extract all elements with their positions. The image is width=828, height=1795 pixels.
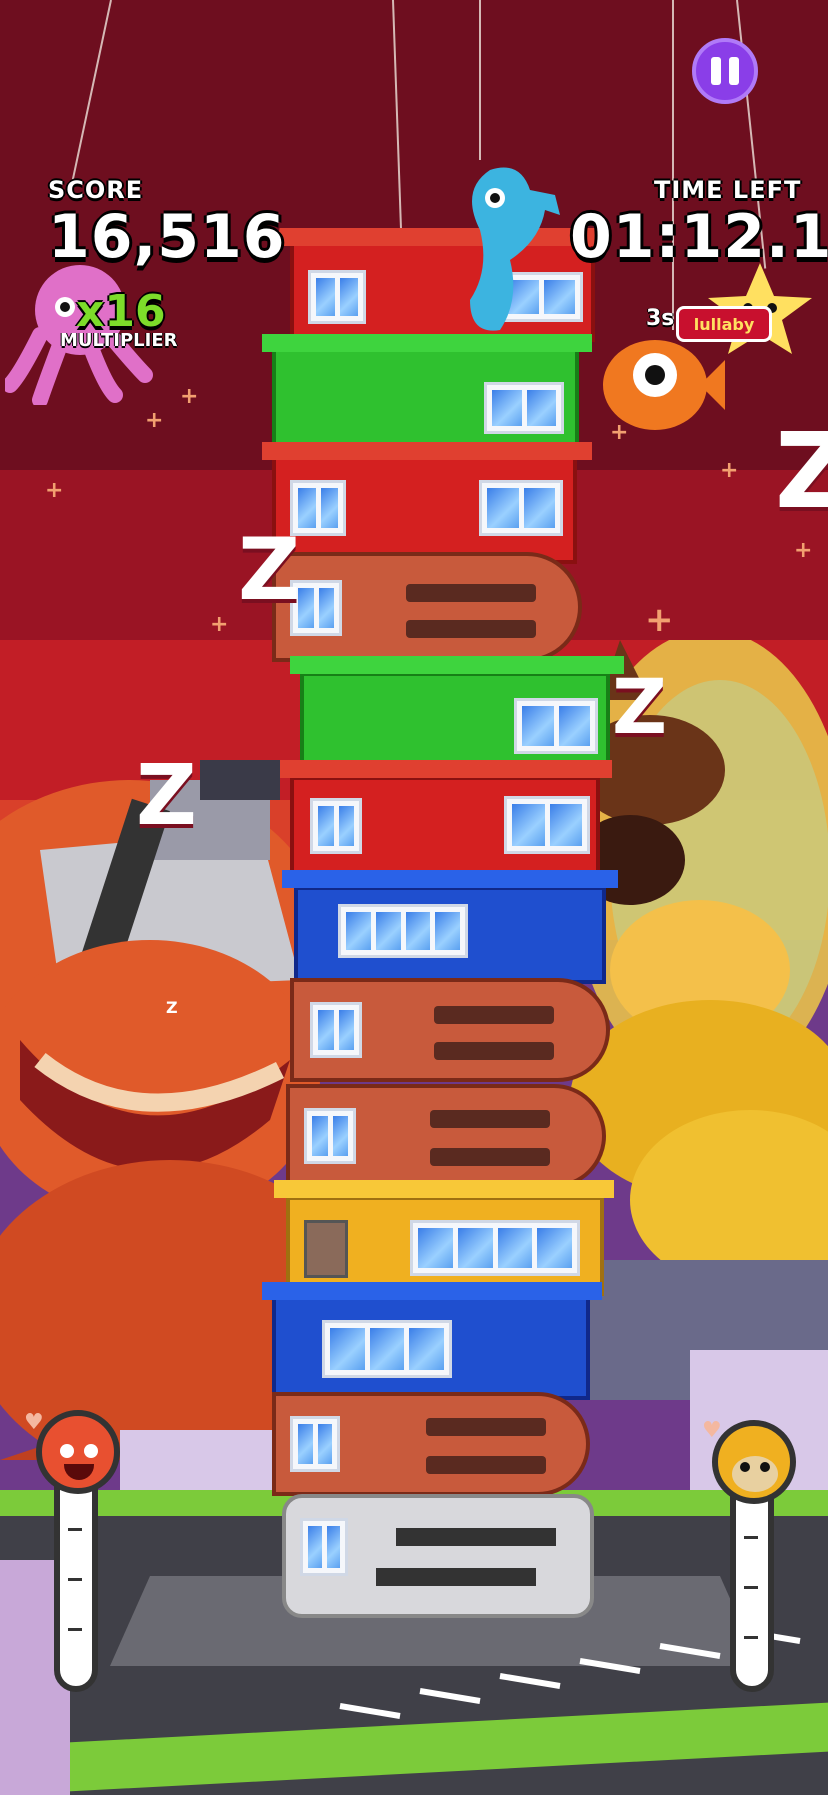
sparkle-icon: + — [794, 538, 813, 563]
tower-roof — [274, 1180, 614, 1198]
window — [310, 798, 362, 854]
sparkle-icon: + — [645, 600, 674, 640]
heart-icon: ♥ — [702, 1418, 722, 1443]
score-value: 16,516 — [48, 202, 286, 272]
time-left-label: TIME LEFT — [654, 176, 802, 204]
sparkle-icon: + — [145, 408, 164, 433]
sleep-z: Z — [775, 410, 828, 532]
tower-floor-letter-b — [272, 1392, 590, 1496]
tower-floor-letter-b — [272, 552, 582, 662]
window — [410, 1220, 580, 1276]
sparkle-icon: + — [180, 384, 199, 409]
tower-floor-yellow — [286, 1196, 604, 1296]
heart-icon: ♥ — [24, 1410, 44, 1435]
window — [304, 1108, 356, 1164]
lullaby-badge-text: lullaby — [693, 314, 755, 334]
tower-roof — [282, 870, 618, 888]
sleep-z: Z — [166, 998, 178, 1017]
window — [514, 698, 598, 754]
hanging-string — [672, 0, 674, 330]
tower-floor-red — [272, 454, 577, 564]
tower-floor-letter-b — [290, 978, 610, 1082]
window — [504, 796, 590, 854]
lullaby-powerup-badge: lullaby — [676, 306, 772, 342]
tower-floor-red — [290, 776, 600, 880]
window — [479, 480, 563, 536]
sparkle-icon: + — [720, 458, 739, 483]
tower-roof — [262, 442, 592, 460]
sleep-z: Z — [136, 746, 197, 844]
pause-button[interactable] — [692, 38, 758, 104]
window — [310, 1002, 362, 1058]
window — [290, 1416, 340, 1472]
multiplier-label: MULTIPLIER — [60, 330, 178, 351]
powerup-timer: 3s — [646, 306, 675, 331]
sparkle-icon: + — [210, 612, 229, 637]
blue-seahorse — [470, 167, 560, 331]
pause-icon — [729, 57, 739, 85]
left-sleep-meter — [54, 1462, 98, 1692]
window — [308, 270, 366, 324]
game-scene: + + + + + + + + Z Z Z Z Z SCORE 16,516 x… — [0, 0, 828, 1795]
tower-roof — [280, 760, 612, 778]
window — [484, 382, 564, 434]
tower-floor-blue — [294, 886, 606, 984]
tower-floor-letter-s — [282, 1494, 594, 1618]
window — [322, 1320, 452, 1378]
time-left-value: 01:12.11 — [570, 202, 828, 272]
tower-floor-blue — [272, 1296, 590, 1400]
tower-floor-green — [272, 346, 579, 450]
tower-roof — [262, 1282, 602, 1300]
window — [338, 904, 468, 958]
pause-icon — [711, 57, 721, 85]
sleep-z: Z — [238, 520, 301, 620]
hanging-string — [479, 0, 481, 160]
sparkle-icon: + — [45, 478, 64, 503]
red-monster-avatar-icon — [36, 1410, 120, 1494]
sleep-z: Z — [612, 662, 668, 751]
tower-floor-letter-b — [286, 1084, 606, 1188]
pug-avatar-icon — [712, 1420, 796, 1504]
tower-floor-green — [300, 672, 610, 772]
window — [300, 1518, 348, 1576]
vent-icon — [304, 1220, 348, 1278]
score-label: SCORE — [48, 176, 144, 204]
tower-roof — [290, 656, 624, 674]
